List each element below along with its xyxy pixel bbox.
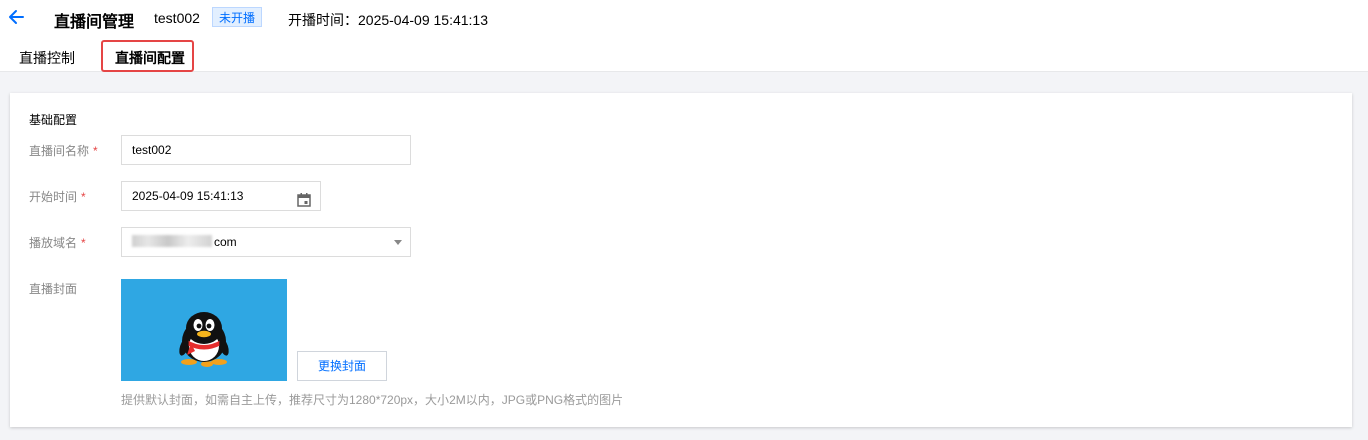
start-time-field-label: 开始时间 * — [29, 188, 86, 205]
required-mark: * — [81, 236, 86, 250]
cover-image — [121, 279, 287, 381]
redacted-domain — [132, 235, 212, 247]
name-label: 直播间名称 * — [29, 142, 98, 159]
section-title: 基础配置 — [29, 113, 78, 127]
replace-cover-button[interactable]: 更换封面 — [297, 351, 387, 381]
calendar-icon[interactable] — [297, 189, 311, 207]
room-name-input[interactable]: test002 — [121, 135, 411, 165]
start-time-value: 2025-04-09 15:41:13 — [358, 12, 488, 28]
start-time-label: 开播时间： — [288, 12, 358, 28]
start-time-value-text: 2025-04-09 15:41:13 — [132, 189, 244, 203]
cover-hint: 提供默认封面，如需自主上传，推荐尺寸为1280*720px，大小2M以内，JPG… — [121, 393, 624, 407]
cover-label: 直播封面 — [29, 282, 78, 296]
required-mark: * — [93, 144, 98, 158]
required-mark: * — [81, 190, 86, 204]
start-time-label-text: 开始时间 — [29, 190, 78, 204]
arrow-left-icon[interactable] — [6, 7, 28, 27]
domain-suffix: com — [214, 235, 237, 249]
top-bar: 直播间管理 test002 未开播 开播时间：2025-04-09 15:41:… — [0, 0, 1368, 72]
config-card: 基础配置 直播间名称 * test002 开始时间 * 2025-04-09 15:… — [10, 93, 1352, 427]
tab-live-control[interactable]: 直播控制 — [19, 48, 75, 68]
start-time-info: 开播时间：2025-04-09 15:41:13 — [288, 10, 488, 30]
chevron-down-icon[interactable] — [394, 240, 402, 245]
domain-label-text: 播放域名 — [29, 236, 78, 250]
domain-select[interactable]: com — [121, 227, 411, 257]
page-title: 直播间管理 — [54, 14, 135, 31]
tab-room-config[interactable]: 直播间配置 — [115, 48, 185, 68]
start-time-picker[interactable]: 2025-04-09 15:41:13 — [121, 181, 321, 211]
status-badge: 未开播 — [212, 7, 263, 27]
room-name: test002 — [154, 10, 200, 26]
domain-label: 播放域名 * — [29, 234, 86, 251]
name-label-text: 直播间名称 — [29, 144, 90, 158]
qq-penguin-icon — [179, 312, 229, 367]
